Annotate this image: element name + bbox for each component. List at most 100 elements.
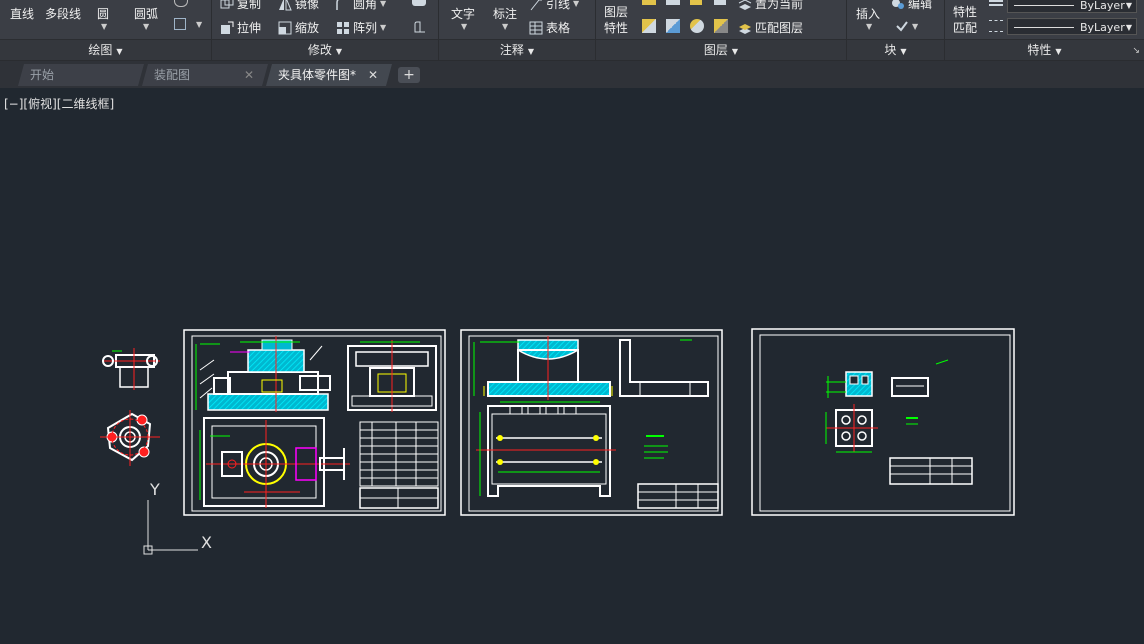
circle-button[interactable]: 圆 (97, 5, 109, 22)
copy-label: 复制 (237, 0, 262, 11)
drawing-canvas[interactable]: Y X (0, 88, 1144, 644)
linetype-value: ByLayer (1080, 21, 1125, 34)
modify-panel: 复制 镜像 圆角 ▼ 拉伸 缩放 阵列 ▼ 修改 ▼ (212, 0, 439, 60)
table-button[interactable]: 表格 (529, 19, 570, 36)
draw-panel-caret-icon: ▼ (116, 47, 123, 56)
modify-panel-title[interactable]: 修改 ▼ (212, 39, 438, 60)
tab-fixture-part[interactable]: 夹具体零件图* ✕ (266, 64, 392, 86)
annotation-panel-caret-icon: ▼ (527, 47, 535, 56)
insert-dropdown-icon[interactable]: ▼ (866, 22, 872, 31)
polyline-label: 多段线 (45, 7, 82, 21)
dimension-button[interactable]: 标注 (493, 5, 517, 22)
tab-assembly-label: 装配图 (154, 68, 191, 82)
layers-panel: 图层 特性 置为当前 匹配图层 图层 ▼ (596, 0, 847, 60)
lineweight-dropdown[interactable]: ByLayer ▼ (1007, 0, 1137, 13)
mirror-label: 镜像 (295, 0, 320, 11)
ribbon: 直线 多段线 圆 ▼ 圆弧 ▼ ▼ 绘图 ▼ 复制 镜像 圆角 ▼ 拉伸 缩放 … (0, 0, 1144, 61)
hatch-icon[interactable] (174, 0, 188, 7)
properties-panel-title[interactable]: 特性 ▼ (945, 39, 1144, 60)
plus-icon: + (403, 67, 415, 83)
annotation-panel-title[interactable]: 注释 ▼ (439, 39, 595, 60)
set-current-label: 置为当前 (755, 0, 804, 11)
table-icon (529, 21, 543, 35)
text-dropdown-icon[interactable]: ▼ (461, 22, 467, 31)
close-icon[interactable]: ✕ (244, 64, 254, 86)
arc-button[interactable]: 圆弧 (134, 5, 158, 22)
layer-properties-label-2: 特性 (604, 21, 629, 35)
layer-properties-button[interactable]: 图层 特性 (604, 4, 628, 36)
copy-button[interactable]: 复制 (220, 0, 261, 12)
explode-icon[interactable] (412, 0, 426, 6)
fillet-button[interactable]: 圆角 ▼ (336, 0, 386, 12)
tab-assembly[interactable]: 装配图 ✕ (142, 64, 268, 86)
text-button[interactable]: 文字 (451, 5, 475, 22)
new-tab-button[interactable]: + (398, 67, 420, 83)
set-current-button[interactable]: 置为当前 (738, 0, 803, 12)
leader-label: 引线 (546, 0, 571, 11)
array-button[interactable]: 阵列 ▼ (336, 19, 386, 36)
tab-start[interactable]: 开始 (18, 64, 144, 86)
scale-button[interactable]: 缩放 (278, 19, 319, 36)
drawing-sheet-part[interactable] (751, 328, 1015, 516)
dimension-dropdown-icon[interactable]: ▼ (502, 22, 508, 31)
rectangle-icon[interactable] (174, 18, 186, 30)
fillet-dropdown-icon[interactable]: ▼ (380, 0, 386, 8)
match-layer-label: 匹配图层 (755, 21, 804, 35)
lineweight-dropdown-icon: ▼ (1125, 1, 1132, 10)
loose-part-top (102, 348, 160, 390)
panel-launcher-icon[interactable]: ↘ (1132, 46, 1140, 56)
layer-freeze-icon[interactable] (666, 0, 680, 5)
drawing-sheet-assembly[interactable] (183, 329, 446, 516)
close-icon[interactable]: ✕ (368, 64, 378, 86)
layer-unisolate-icon[interactable] (666, 19, 680, 33)
insert-button[interactable]: 插入 (856, 5, 880, 22)
match-layer-icon (738, 21, 752, 35)
ucs-icon (143, 500, 198, 555)
tab-fixture-part-label: 夹具体零件图* (278, 68, 357, 82)
loose-part-flange (100, 410, 160, 466)
line-button[interactable]: 直线 (10, 5, 34, 22)
block-edit-icon (891, 0, 905, 11)
block-attribute-dropdown-icon[interactable]: ▼ (912, 22, 918, 31)
leader-icon (529, 0, 543, 11)
block-panel: 插入 ▼ 编辑 ▼ 块 ▼ (847, 0, 945, 60)
match-properties-button[interactable]: 特性 匹配 (953, 4, 977, 36)
layer-lock-icon[interactable] (690, 0, 702, 5)
layer-unlock-icon[interactable] (714, 19, 728, 33)
array-icon (336, 21, 350, 35)
drawing-sheet-fixture-body[interactable] (460, 329, 723, 516)
rectangle-dropdown-icon[interactable]: ▼ (196, 20, 202, 29)
match-layer-button[interactable]: 匹配图层 (738, 19, 803, 36)
copy-icon (220, 0, 234, 11)
offset-icon[interactable] (413, 19, 427, 33)
leader-dropdown-icon[interactable]: ▼ (573, 0, 579, 8)
layer-thaw-icon[interactable] (690, 19, 704, 33)
layer-off-icon[interactable] (642, 0, 656, 5)
draw-panel: 直线 多段线 圆 ▼ 圆弧 ▼ ▼ 绘图 ▼ (0, 0, 212, 60)
circle-dropdown-icon[interactable]: ▼ (101, 22, 107, 31)
stretch-button[interactable]: 拉伸 (220, 19, 261, 36)
annotation-panel: 文字 ▼ 标注 ▼ 引线 ▼ 表格 注释 ▼ (439, 0, 596, 60)
fillet-label: 圆角 (353, 0, 378, 11)
match-properties-label-1: 特性 (953, 5, 978, 19)
array-dropdown-icon[interactable]: ▼ (380, 23, 386, 32)
arc-dropdown-icon[interactable]: ▼ (143, 22, 149, 31)
block-attribute-button[interactable]: ▼ (895, 19, 918, 33)
block-panel-title[interactable]: 块 ▼ (847, 39, 944, 60)
mirror-button[interactable]: 镜像 (278, 0, 319, 12)
mirror-icon (278, 0, 292, 11)
dimension-label: 标注 (493, 7, 518, 21)
layer-isolate-icon[interactable] (714, 0, 726, 5)
draw-panel-title[interactable]: 绘图 ▼ (0, 39, 211, 60)
ucs-y-label: Y (149, 480, 160, 499)
layer-walk-icon[interactable] (642, 19, 656, 33)
modify-panel-caret-icon: ▼ (335, 47, 343, 56)
block-edit-button[interactable]: 编辑 (891, 0, 932, 12)
layers-panel-title[interactable]: 图层 ▼ (596, 39, 846, 60)
match-properties-label-2: 匹配 (953, 21, 978, 35)
linetype-dropdown[interactable]: ByLayer ▼ (1007, 18, 1137, 35)
leader-button[interactable]: 引线 ▼ (529, 0, 579, 12)
lineweight-icon (989, 0, 1003, 6)
properties-panel: 特性 匹配 ByLayer ▼ ByLayer ▼ 特性 ▼ ↘ (945, 0, 1144, 60)
polyline-button[interactable]: 多段线 (45, 5, 81, 22)
